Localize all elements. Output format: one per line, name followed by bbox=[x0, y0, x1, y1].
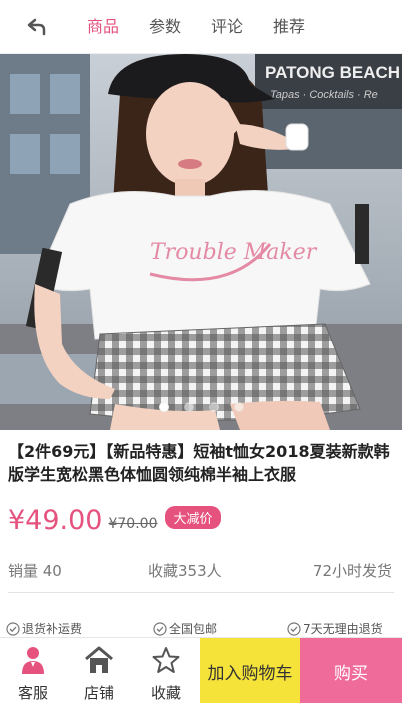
back-arrow-icon bbox=[27, 18, 46, 36]
carousel-dot[interactable] bbox=[183, 402, 194, 412]
current-price: ¥49.00 bbox=[8, 504, 103, 536]
top-navigation-bar: 商品 参数 评论 推荐 bbox=[0, 0, 402, 54]
check-circle-icon bbox=[153, 621, 167, 636]
product-photo: PATONG BEACH Tapas · Cocktails · Re Trou… bbox=[0, 54, 402, 430]
check-circle-icon bbox=[287, 621, 301, 636]
discount-badge: 大减价 bbox=[165, 505, 221, 529]
check-circle-icon bbox=[6, 621, 20, 636]
service-item: 全国包邮 bbox=[153, 620, 217, 637]
buy-now-button[interactable]: 购买 bbox=[300, 638, 402, 703]
product-title: 【2件69元】【新品特惠】短袖t恤女2018夏装新款韩版学生宽松黑色体恤圆领纯棉… bbox=[8, 442, 390, 484]
carousel-indicators bbox=[0, 400, 402, 414]
shop-button[interactable]: 店铺 bbox=[66, 638, 132, 703]
price-row: ¥49.00 ¥70.00 大减价 bbox=[8, 500, 221, 540]
product-meta: 销量 40 收藏353人 72小时发货 bbox=[0, 560, 402, 588]
street-sign-subtext: Tapas · Cocktails · Re bbox=[270, 89, 378, 101]
tab-bar: 商品 参数 评论 推荐 bbox=[72, 0, 320, 54]
favorite-label: 收藏 bbox=[150, 684, 181, 702]
shipping-time: 72小时发货 bbox=[312, 562, 392, 580]
service-label: 退货补运费 bbox=[22, 622, 83, 636]
favorite-button[interactable]: 收藏 bbox=[133, 638, 199, 703]
customer-service-label: 客服 bbox=[17, 684, 48, 702]
sales-count: 销量 40 bbox=[8, 562, 62, 580]
tab-recommend[interactable]: 推荐 bbox=[258, 0, 320, 54]
divider bbox=[8, 592, 394, 593]
tab-product[interactable]: 商品 bbox=[72, 0, 134, 54]
tab-parameters[interactable]: 参数 bbox=[134, 0, 196, 54]
bottom-action-bar: 客服 店铺 收藏 加入购物车 购买 bbox=[0, 637, 402, 703]
carousel-dot[interactable] bbox=[208, 402, 219, 412]
product-image-carousel[interactable]: PATONG BEACH Tapas · Cocktails · Re Trou… bbox=[0, 54, 402, 430]
carousel-dot[interactable] bbox=[158, 402, 169, 412]
back-button[interactable] bbox=[22, 12, 52, 42]
carousel-dot[interactable] bbox=[233, 402, 244, 412]
shop-label: 店铺 bbox=[83, 684, 114, 702]
shirt-print-text: Trouble Maker bbox=[150, 240, 318, 265]
customer-service-button[interactable]: 客服 bbox=[0, 638, 66, 703]
service-item: 退货补运费 bbox=[6, 620, 82, 637]
original-price: ¥70.00 bbox=[108, 515, 158, 532]
service-label: 7天无理由退货 bbox=[303, 622, 383, 636]
home-icon bbox=[85, 646, 113, 673]
add-to-cart-button[interactable]: 加入购物车 bbox=[200, 638, 300, 703]
street-sign-text: PATONG BEACH bbox=[265, 63, 400, 82]
star-icon bbox=[152, 647, 180, 673]
customer-service-icon bbox=[22, 647, 44, 674]
service-label: 全国包邮 bbox=[169, 622, 218, 636]
service-item: 7天无理由退货 bbox=[287, 620, 383, 637]
tab-reviews[interactable]: 评论 bbox=[196, 0, 258, 54]
favorites-count: 收藏353人 bbox=[148, 562, 222, 580]
